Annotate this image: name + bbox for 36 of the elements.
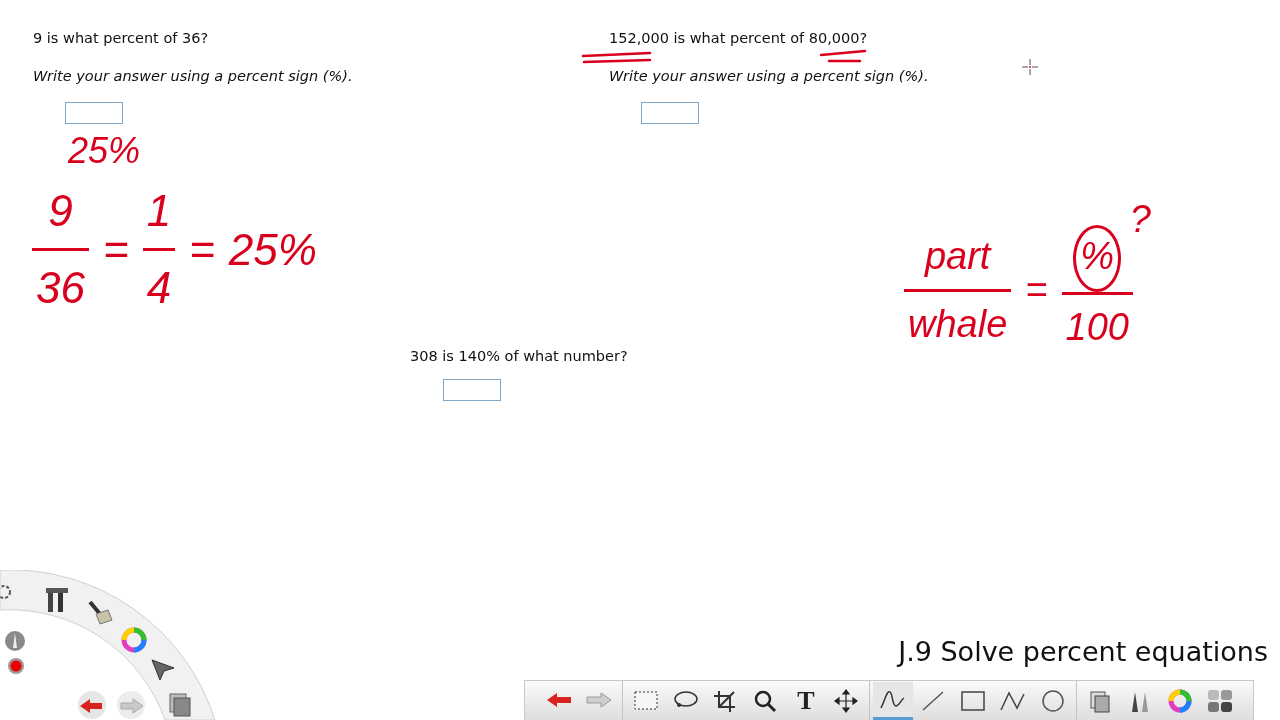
undo-button[interactable] [78, 691, 106, 719]
answer-field[interactable] [65, 101, 123, 124]
record-icon[interactable] [8, 658, 24, 674]
handwritten-question-mark: ? [1129, 197, 1151, 242]
question-text: 152,000 is what percent of 80,000? [609, 29, 868, 48]
ink-underline [819, 49, 867, 57]
pages-icon[interactable] [169, 693, 191, 717]
instruction-text: Write your answer using a percent sign (%). [609, 66, 929, 86]
handwritten-answer: 25% [68, 129, 141, 173]
crosshair-cursor-icon [1020, 57, 1040, 77]
answer-field[interactable] [641, 101, 699, 124]
handwritten-symbol: = [189, 223, 215, 276]
handwritten-numerator: % [1073, 225, 1122, 292]
handwritten-denominator: whale [904, 289, 1012, 353]
pen-mode-icon[interactable] [5, 631, 25, 651]
text-tool-button[interactable]: T [786, 681, 826, 720]
instruction-text: Write your answer using a percent sign (%). [33, 66, 353, 86]
question-text: 9 is what percent of 36? [33, 29, 209, 48]
handwritten-symbol: = [1025, 268, 1048, 313]
ink-underline [827, 59, 862, 63]
handwritten-denominator: 4 [142, 248, 176, 321]
handwritten-denominator: 100 [1061, 292, 1133, 356]
pointer-icon[interactable] [151, 659, 175, 681]
handwritten-denominator: 36 [32, 248, 89, 321]
question-text: 308 is 140% of what number? [410, 346, 628, 366]
handwritten-numerator: 9 [47, 185, 74, 237]
handwritten-numerator: part [923, 234, 993, 279]
brush-icon[interactable] [88, 600, 113, 625]
color-wheel-icon[interactable] [121, 627, 147, 653]
tools-icon[interactable] [46, 588, 68, 612]
pen-tool-button[interactable] [873, 681, 913, 720]
handwritten-numerator: 1 [145, 185, 173, 237]
answer-field[interactable] [443, 379, 501, 402]
lesson-title: J.9 Solve percent equations [898, 634, 1268, 669]
handwritten-symbol: 25% [228, 223, 317, 276]
handwritten-symbol: = [102, 223, 129, 276]
